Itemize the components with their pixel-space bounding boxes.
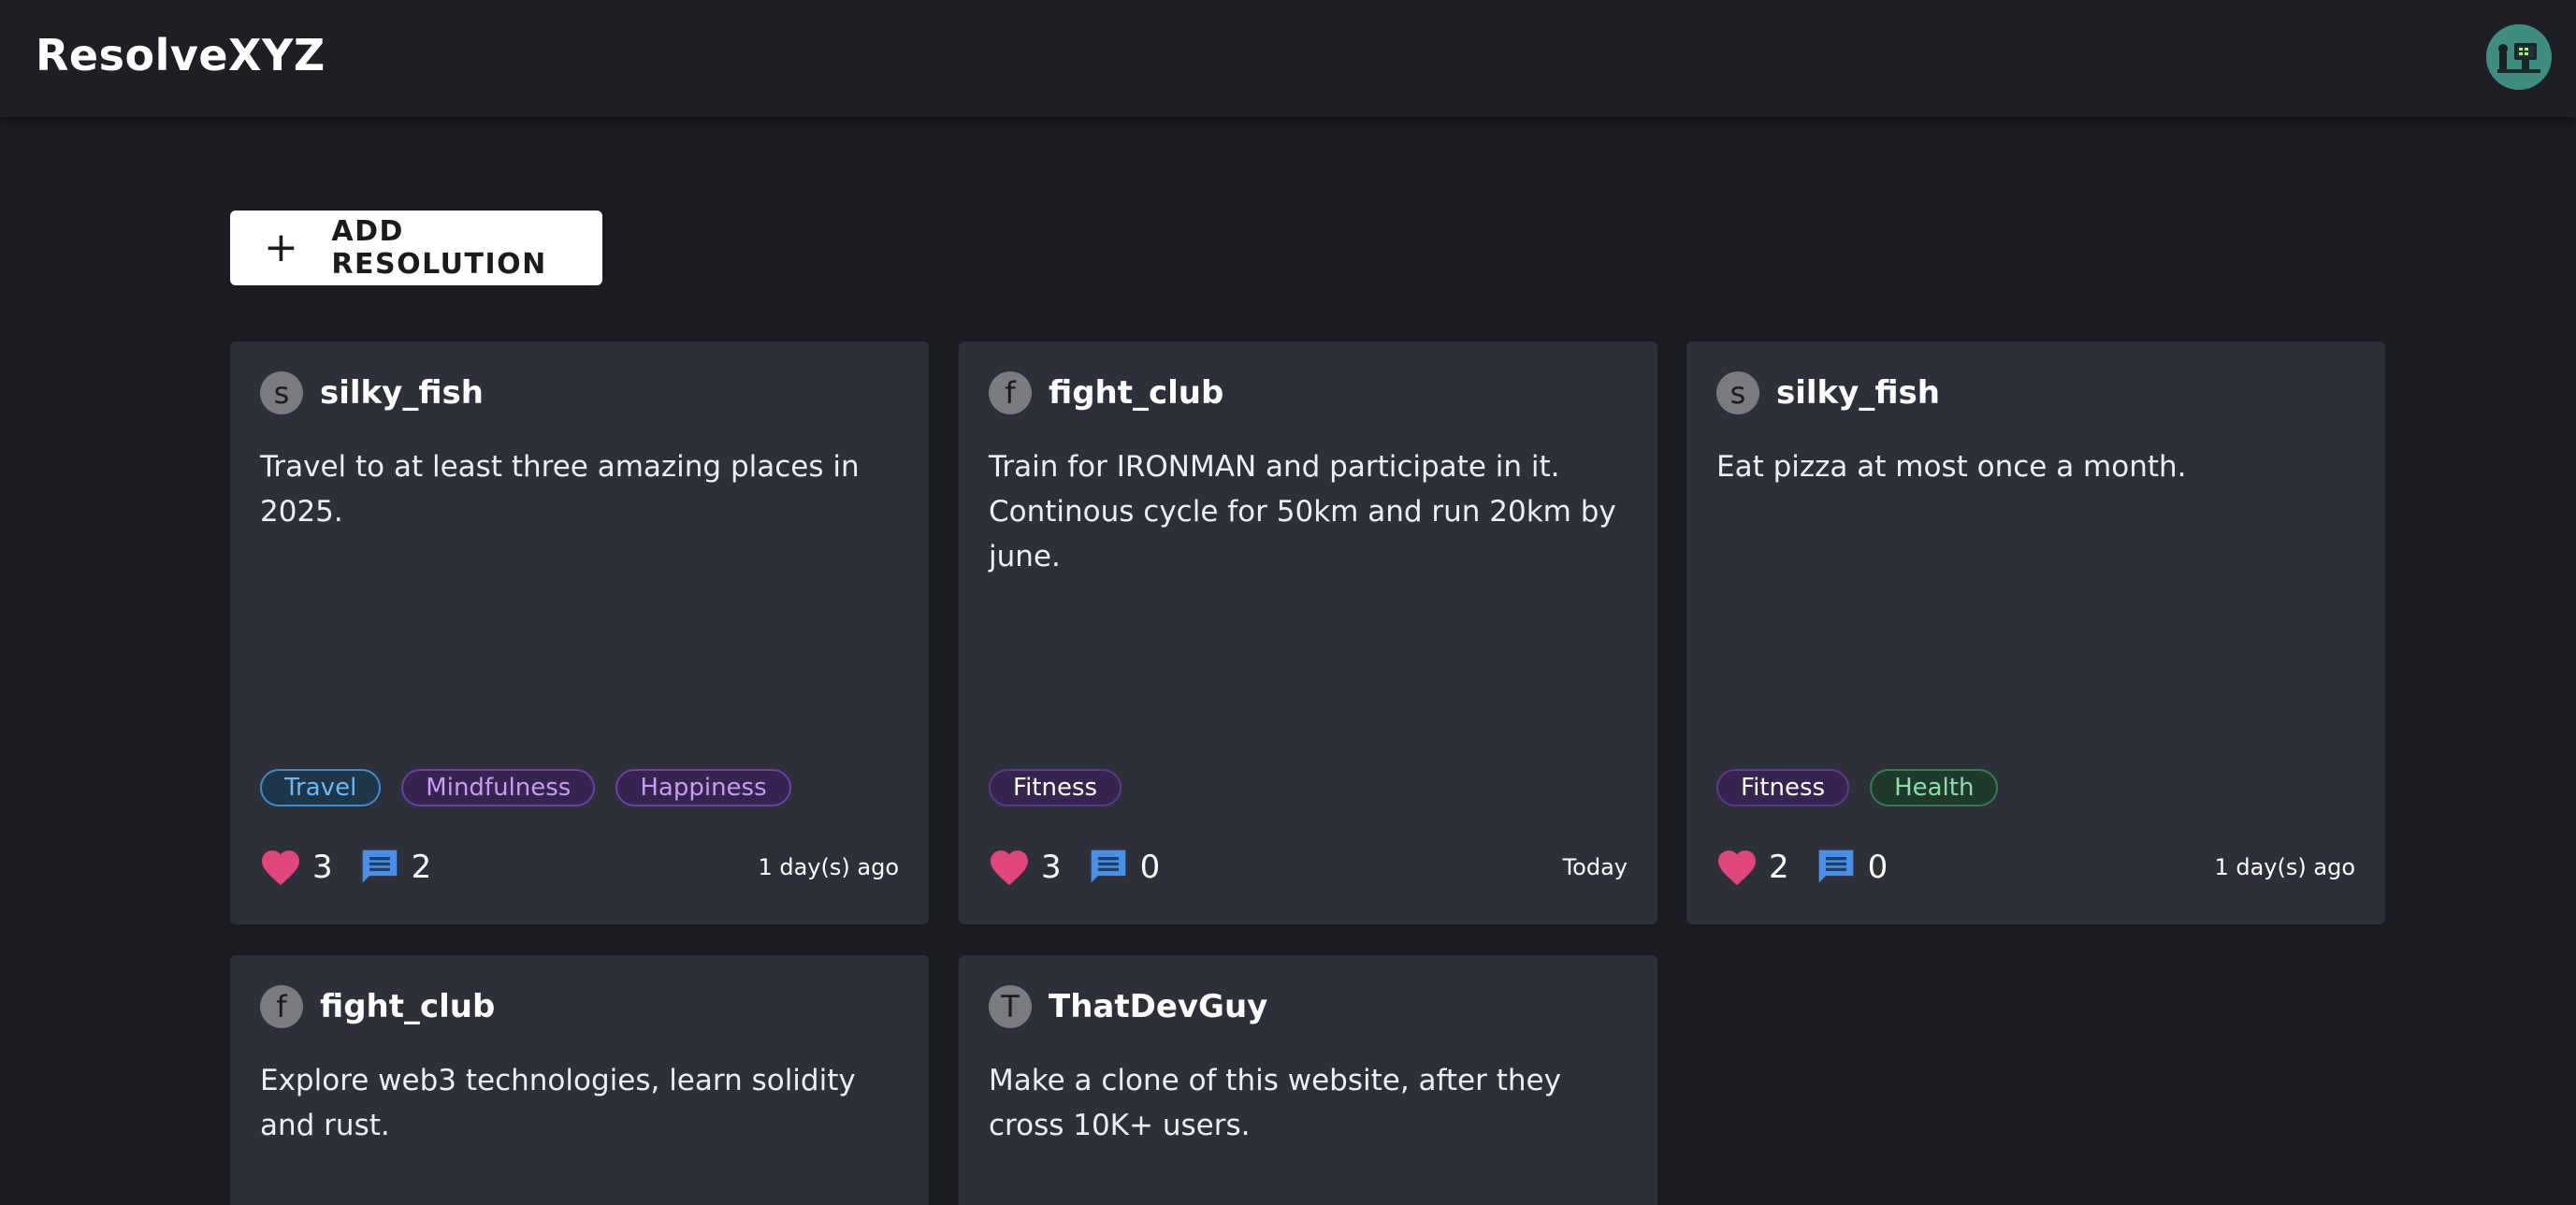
user-initial-avatar[interactable]: f [989,371,1032,414]
tag-chip[interactable]: Health [1870,769,1999,806]
like-count: 3 [312,849,333,886]
add-resolution-button[interactable]: + ADD RESOLUTION [230,211,602,285]
card-header: s silky_fish [260,371,484,414]
resolution-text: Explore web3 technologies, learn solidit… [260,1064,856,1142]
card-stats: 3 2 [260,847,457,888]
resolution-text: Eat pizza at most once a month. [1716,450,2187,484]
resolution-card[interactable]: f fight_club Explore web3 technologies, … [230,955,929,1205]
comment-icon[interactable] [359,847,400,888]
timestamp: 1 day(s) ago [758,854,899,880]
timestamp: Today [1562,854,1628,880]
tag-list: Fitness [989,769,1142,806]
comment-icon[interactable] [1088,847,1129,888]
resolution-card[interactable]: s silky_fish Eat pizza at most once a mo… [1686,341,2385,924]
resolution-text: Train for IRONMAN and participate in it.… [989,450,1616,573]
resolution-card[interactable]: f fight_club Train for IRONMAN and parti… [959,341,1657,924]
comment-icon[interactable] [1816,847,1857,888]
card-header: f fight_club [260,985,495,1028]
resolution-card[interactable]: T ThatDevGuy Make a clone of this websit… [959,955,1657,1205]
tag-chip[interactable]: Fitness [989,769,1122,806]
card-header: f fight_club [989,371,1223,414]
avatar-illustration-icon [2486,24,2552,90]
username[interactable]: fight_club [1049,374,1223,412]
card-header: T ThatDevGuy [989,985,1267,1028]
like-count: 3 [1041,849,1062,886]
brand-logo-text[interactable]: ResolveXYZ [36,30,326,80]
resolution-text: Travel to at least three amazing places … [260,450,860,529]
resolution-card[interactable]: s silky_fish Travel to at least three am… [230,341,929,924]
card-header: s silky_fish [1716,371,1940,414]
card-stats: 3 0 [989,847,1186,888]
tag-chip[interactable]: Happiness [615,769,791,806]
comment-count: 0 [1139,849,1161,886]
user-initial-avatar[interactable]: f [260,985,303,1028]
username[interactable]: silky_fish [1776,374,1940,412]
comment-count: 0 [1867,849,1889,886]
add-resolution-label: ADD RESOLUTION [331,215,547,281]
like-count: 2 [1769,849,1789,886]
user-avatar[interactable] [2486,24,2552,90]
user-initial-avatar[interactable]: T [989,985,1032,1028]
card-stats: 2 0 [1716,847,1914,888]
username[interactable]: silky_fish [320,374,484,412]
resolution-text: Make a clone of this website, after they… [989,1064,1561,1142]
username[interactable]: ThatDevGuy [1049,988,1267,1025]
username[interactable]: fight_club [320,988,495,1025]
tag-list: Fitness Health [1716,769,2019,806]
heart-icon[interactable] [1716,849,1758,886]
tag-chip[interactable]: Fitness [1716,769,1850,806]
user-initial-avatar[interactable]: s [260,371,303,414]
tag-chip[interactable]: Travel [260,769,382,806]
plus-icon: + [264,224,300,271]
top-app-bar: ResolveXYZ [0,0,2576,117]
timestamp: 1 day(s) ago [2214,854,2355,880]
user-initial-avatar[interactable]: s [1716,371,1759,414]
tag-chip[interactable]: Mindfulness [401,769,596,806]
heart-icon[interactable] [260,849,301,886]
comment-count: 2 [411,849,432,886]
heart-icon[interactable] [989,849,1030,886]
tag-list: Travel Mindfulness Happiness [260,769,812,806]
